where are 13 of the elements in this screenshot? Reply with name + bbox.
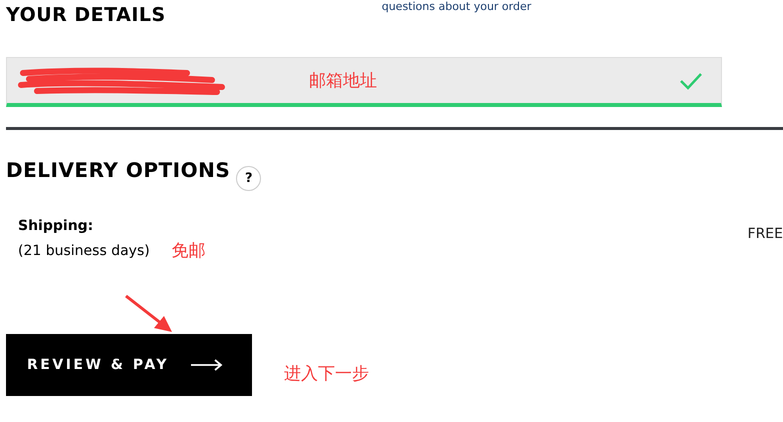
option-price: FREE xyxy=(748,226,783,244)
annotation-text: 免邮 xyxy=(172,240,206,262)
section-title: DELIVERY OPTIONS xyxy=(6,158,230,182)
option-duration: (21 business days) xyxy=(18,242,150,258)
option-label: Shipping: xyxy=(18,218,94,234)
arrow-right-icon xyxy=(190,359,223,371)
note-text: questions about your order xyxy=(382,0,532,13)
help-button[interactable]: ? xyxy=(236,166,262,191)
annotation-text: 进入下一步 xyxy=(284,362,369,384)
section-title: YOUR DETAILS xyxy=(6,4,166,26)
checkmark-icon xyxy=(679,72,703,90)
annotation-text: 邮箱地址 xyxy=(309,70,377,92)
review-pay-button[interactable]: REVIEW & PAY xyxy=(6,334,252,396)
